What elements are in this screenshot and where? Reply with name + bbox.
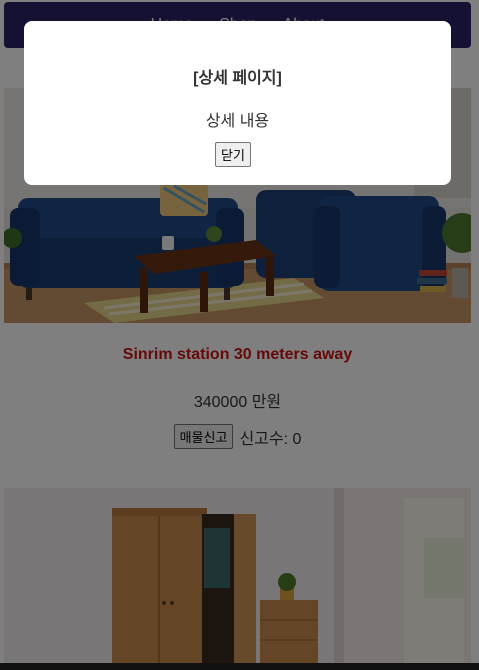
page: Home Shop About [0, 0, 479, 670]
modal-title: [상세 페이지] [193, 70, 282, 87]
close-button[interactable]: 닫기 [215, 142, 251, 167]
bottom-bar [0, 663, 479, 670]
detail-modal: [상세 페이지] 상세 내용 닫기 [24, 21, 451, 185]
modal-content: 상세 내용 [205, 113, 270, 130]
